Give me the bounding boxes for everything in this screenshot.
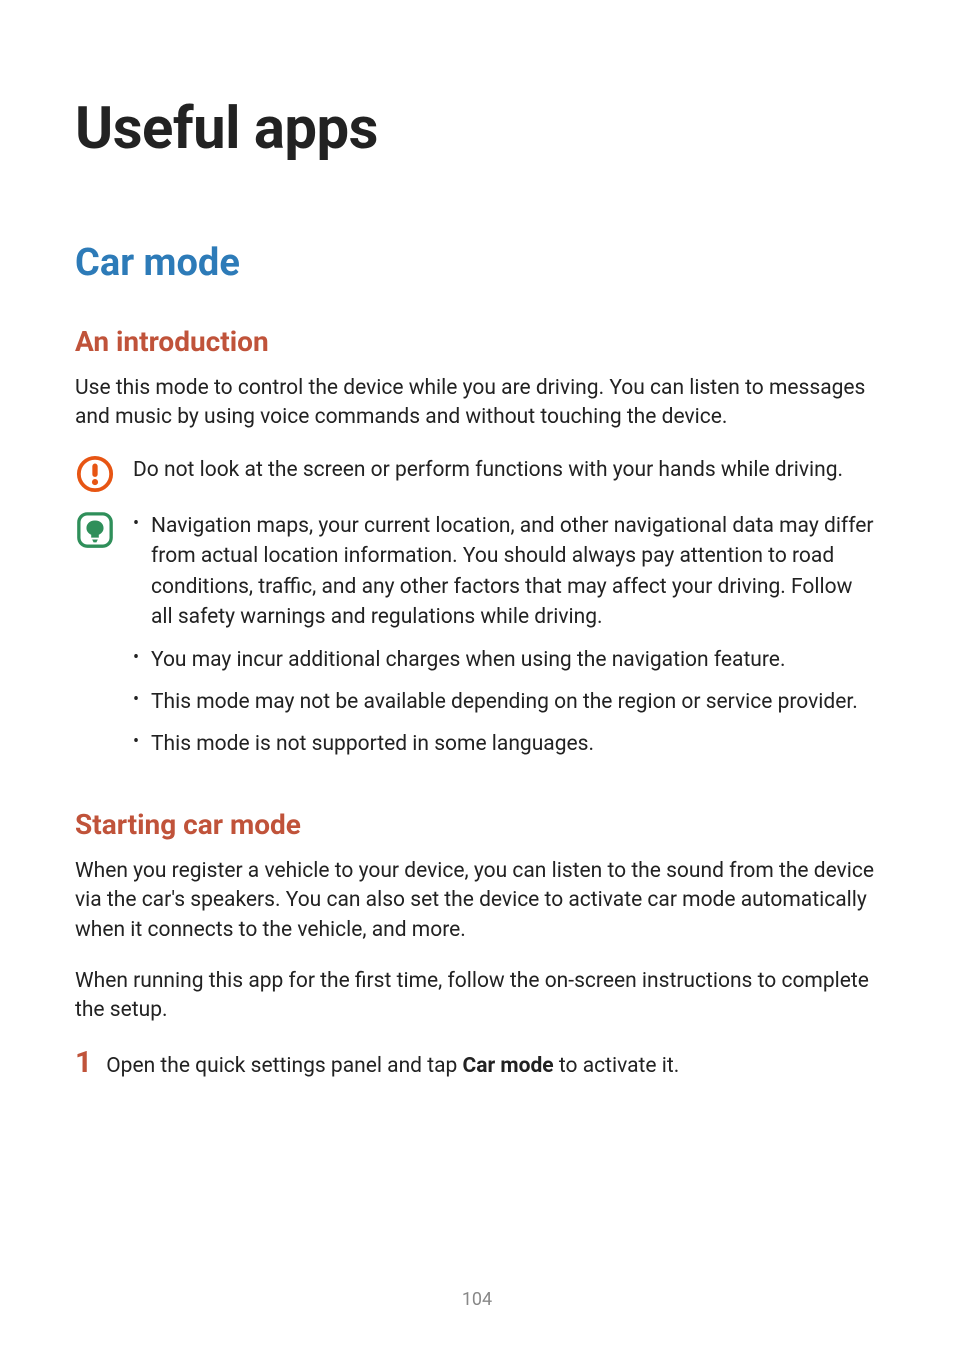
intro-paragraph: Use this mode to control the device whil… (75, 374, 879, 433)
step-1: 1 Open the quick settings panel and tap … (75, 1048, 879, 1081)
page-title: Useful apps (75, 95, 879, 163)
step-prefix: Open the quick settings panel and tap (106, 1054, 462, 1078)
step-number: 1 (75, 1048, 92, 1078)
step-bold: Car mode (463, 1054, 554, 1078)
step-text: Open the quick settings panel and tap Ca… (106, 1052, 679, 1081)
step-suffix: to activate it. (554, 1054, 680, 1078)
page-number: 104 (0, 1289, 954, 1310)
warning-callout: Do not look at the screen or perform fun… (75, 455, 879, 493)
warning-text: Do not look at the screen or perform fun… (133, 455, 879, 485)
note-callout: Navigation maps, your current location, … (75, 511, 879, 772)
note-content: Navigation maps, your current location, … (133, 511, 879, 772)
starting-p2: When running this app for the first time… (75, 967, 879, 1026)
note-icon (75, 511, 115, 549)
intro-heading: An introduction (75, 325, 879, 358)
list-item: This mode may not be available depending… (133, 687, 879, 717)
section-title: Car mode (75, 241, 879, 285)
starting-p1: When you register a vehicle to your devi… (75, 857, 879, 945)
list-item: Navigation maps, your current location, … (133, 511, 879, 633)
warning-icon (75, 455, 115, 493)
page-content: Useful apps Car mode An introduction Use… (0, 0, 954, 1081)
starting-heading: Starting car mode (75, 808, 879, 841)
note-bullet-list: Navigation maps, your current location, … (133, 511, 879, 760)
list-item: This mode is not supported in some langu… (133, 729, 879, 759)
list-item: You may incur additional charges when us… (133, 645, 879, 675)
